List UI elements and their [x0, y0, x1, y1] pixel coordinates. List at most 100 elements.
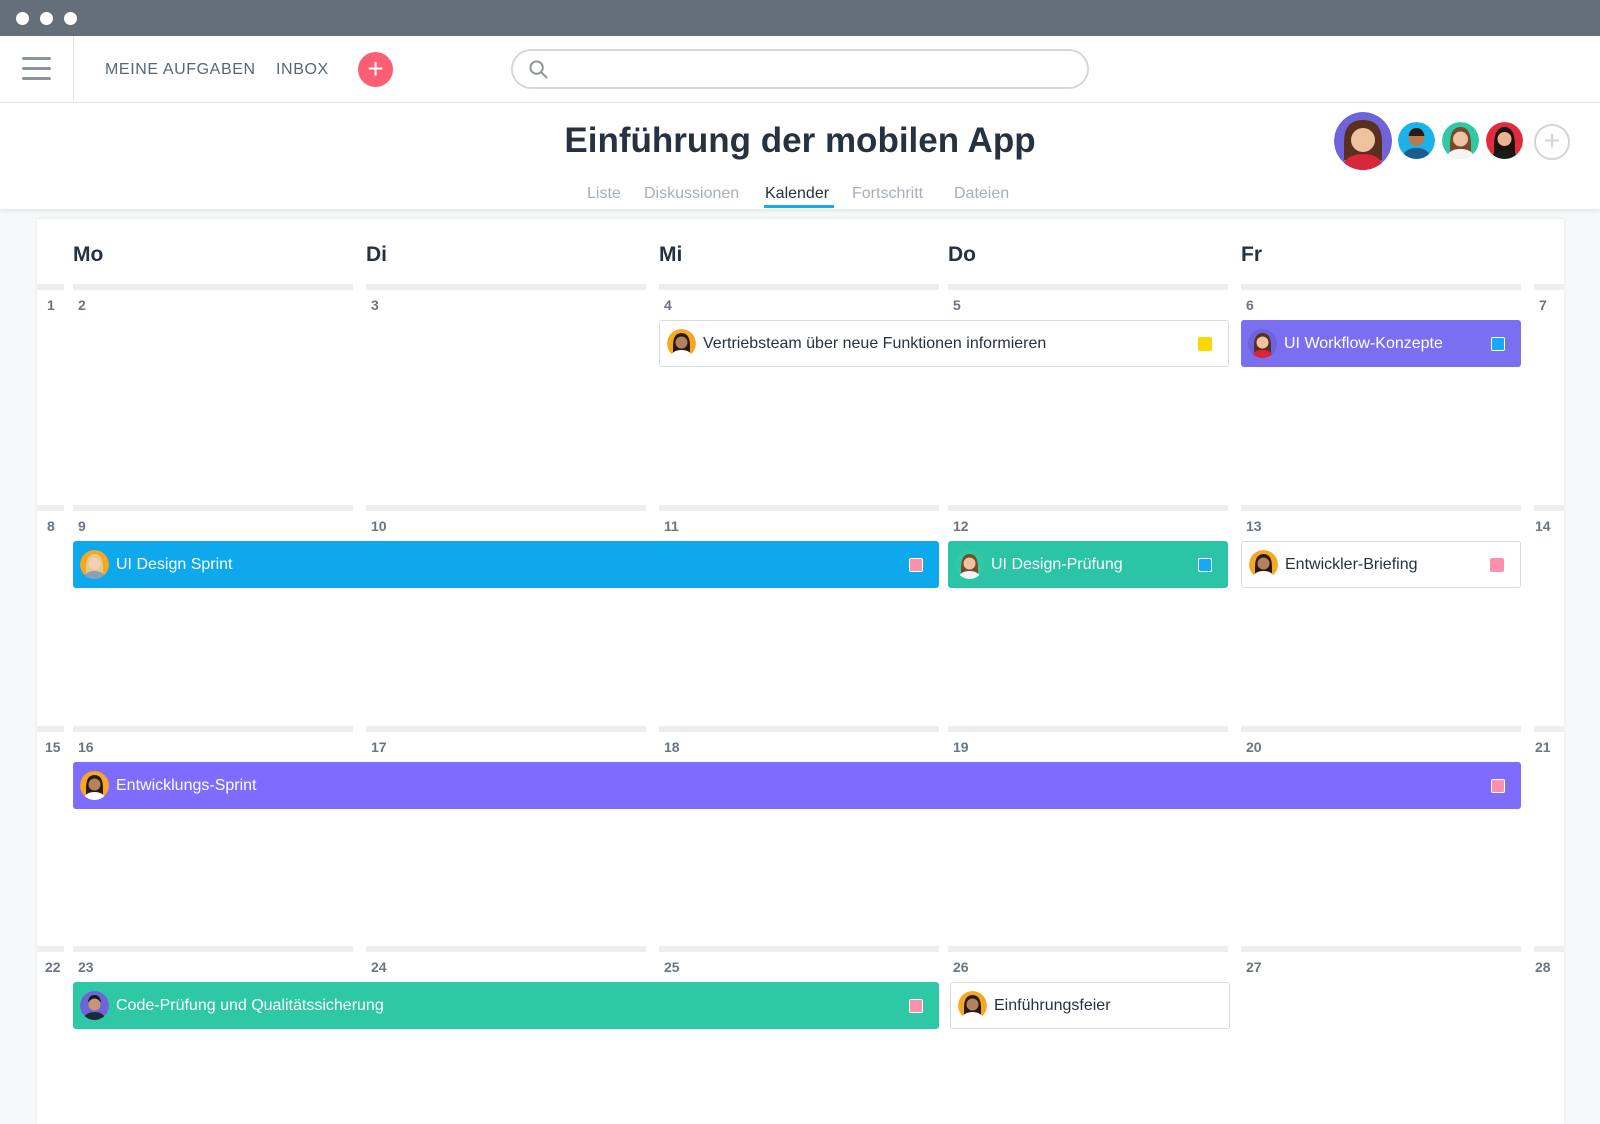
day-separator	[1241, 726, 1521, 732]
day-separator	[366, 946, 646, 952]
assignee-avatar	[955, 550, 984, 579]
event-tag-color	[1491, 337, 1505, 351]
day-number[interactable]: 6	[1246, 297, 1254, 313]
day-number[interactable]: 25	[664, 959, 680, 975]
event-label: UI Workflow-Konzepte	[1284, 335, 1491, 353]
event-task[interactable]: UI Design Sprint	[73, 541, 939, 588]
day-separator	[1534, 726, 1564, 732]
weekday-tuesday: Di	[366, 243, 387, 267]
weekday-thursday: Do	[948, 243, 976, 267]
day-number[interactable]: 20	[1246, 739, 1262, 755]
window-maximize-dot[interactable]	[64, 12, 77, 25]
day-number[interactable]: 11	[664, 518, 679, 534]
day-number[interactable]: 26	[953, 959, 969, 975]
day-number[interactable]: 27	[1246, 959, 1262, 975]
add-member-button[interactable]: +	[1534, 124, 1570, 160]
assignee-avatar	[80, 771, 109, 800]
day-separator	[1241, 505, 1521, 511]
day-number[interactable]: 19	[953, 739, 969, 755]
tab-discussions[interactable]: Diskussionen	[644, 185, 739, 203]
event-task[interactable]: Entwickler-Briefing	[1241, 541, 1521, 588]
day-number[interactable]: 8	[47, 518, 55, 534]
day-number[interactable]: 16	[78, 739, 94, 755]
day-number[interactable]: 7	[1539, 297, 1547, 313]
day-separator	[948, 284, 1228, 290]
tab-calendar[interactable]: Kalender	[765, 185, 829, 203]
day-separator	[37, 726, 64, 732]
window-close-dot[interactable]	[16, 12, 29, 25]
event-label: Vertriebsteam über neue Funktionen infor…	[703, 335, 1198, 353]
day-separator	[73, 505, 353, 511]
day-separator	[948, 946, 1228, 952]
search-input[interactable]	[511, 49, 1089, 89]
day-number[interactable]: 9	[78, 518, 86, 534]
event-label: Entwickler-Briefing	[1285, 556, 1490, 574]
window-minimize-dot[interactable]	[40, 12, 53, 25]
tab-files[interactable]: Dateien	[954, 185, 1009, 203]
search-icon	[529, 60, 548, 79]
event-label: UI Design-Prüfung	[991, 556, 1198, 574]
day-separator	[366, 505, 646, 511]
day-number[interactable]: 21	[1535, 739, 1551, 755]
hamburger-menu-icon[interactable]	[0, 36, 74, 102]
day-separator	[1241, 284, 1521, 290]
event-tag-color	[909, 999, 923, 1013]
day-number[interactable]: 5	[953, 297, 961, 313]
event-task[interactable]: Code-Prüfung und Qualitätssicherung	[73, 982, 939, 1029]
calendar-grid: Mo Di Mi Do Fr 1 2 3 4 5 6 7 8 9 10 11 1…	[37, 219, 1564, 1124]
day-number[interactable]: 18	[664, 739, 680, 755]
nav-inbox[interactable]: INBOX	[276, 61, 329, 79]
event-task[interactable]: Einführungsfeier	[950, 982, 1230, 1029]
day-separator	[1534, 284, 1564, 290]
event-label: Code-Prüfung und Qualitätssicherung	[116, 997, 909, 1015]
day-number[interactable]: 13	[1246, 518, 1262, 534]
member-avatar[interactable]	[1442, 122, 1479, 159]
day-separator	[948, 726, 1228, 732]
event-task[interactable]: Entwicklungs-Sprint	[73, 762, 1521, 809]
event-label: Entwicklungs-Sprint	[116, 777, 1491, 795]
day-separator	[37, 946, 64, 952]
day-separator	[659, 505, 939, 511]
day-number[interactable]: 24	[371, 959, 387, 975]
member-avatar[interactable]	[1398, 122, 1435, 159]
day-separator	[73, 284, 353, 290]
day-number[interactable]: 28	[1535, 959, 1551, 975]
tab-list[interactable]: Liste	[587, 185, 621, 203]
day-number[interactable]: 22	[45, 959, 61, 975]
member-avatar[interactable]	[1486, 122, 1523, 159]
day-separator	[73, 726, 353, 732]
day-separator	[948, 505, 1228, 511]
weekday-friday: Fr	[1241, 243, 1262, 267]
day-separator	[37, 284, 64, 290]
day-number[interactable]: 15	[45, 739, 61, 755]
weekday-monday: Mo	[73, 243, 103, 267]
assignee-avatar	[667, 329, 696, 358]
weekday-wednesday: Mi	[659, 243, 682, 267]
day-number[interactable]: 17	[371, 739, 387, 755]
event-task[interactable]: UI Design-Prüfung	[948, 541, 1228, 588]
event-task[interactable]: UI Workflow-Konzepte	[1241, 320, 1521, 367]
day-number[interactable]: 10	[371, 518, 387, 534]
day-separator	[1534, 505, 1564, 511]
event-task[interactable]: Vertriebsteam über neue Funktionen infor…	[659, 320, 1229, 367]
assignee-avatar	[80, 991, 109, 1020]
day-number[interactable]: 14	[1535, 518, 1551, 534]
day-separator	[659, 726, 939, 732]
day-separator	[1534, 946, 1564, 952]
event-tag-color	[1490, 558, 1504, 572]
day-separator	[366, 284, 646, 290]
quick-add-button[interactable]: +	[358, 52, 393, 87]
nav-my-tasks[interactable]: MEINE AUFGABEN	[105, 61, 256, 79]
day-number[interactable]: 1	[47, 297, 55, 313]
active-tab-indicator	[764, 205, 834, 208]
day-separator	[659, 946, 939, 952]
day-number[interactable]: 12	[953, 518, 969, 534]
day-number[interactable]: 2	[78, 297, 86, 313]
member-avatar[interactable]	[1334, 112, 1392, 170]
day-separator	[659, 284, 939, 290]
day-number[interactable]: 23	[78, 959, 94, 975]
tab-progress[interactable]: Fortschritt	[852, 185, 923, 203]
top-bar: MEINE AUFGABEN INBOX +	[0, 36, 1600, 103]
day-number[interactable]: 3	[371, 297, 379, 313]
day-number[interactable]: 4	[664, 297, 672, 313]
